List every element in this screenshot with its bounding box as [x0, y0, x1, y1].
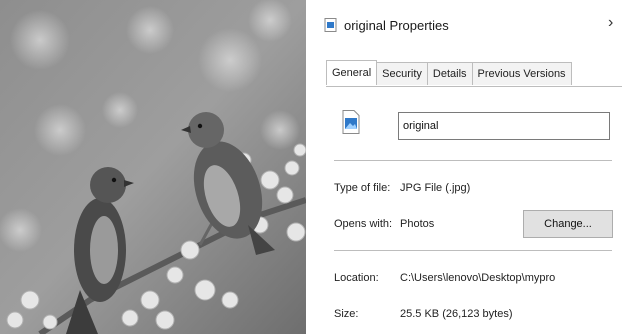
bird-photo [0, 0, 306, 334]
tab-general[interactable]: General [326, 60, 378, 85]
opens-with-label: Opens with: [334, 218, 393, 230]
dialog-titlebar: original Properties › [318, 0, 622, 46]
location-label: Location: [334, 272, 379, 284]
file-name-input[interactable] [398, 112, 610, 140]
tab-previous-versions[interactable]: Previous Versions [471, 62, 572, 85]
chevron-right-icon[interactable]: › [608, 14, 613, 32]
tab-details[interactable]: Details [426, 62, 473, 85]
separator [334, 160, 612, 161]
size-label: Size: [334, 308, 359, 320]
type-of-file-value: JPG File (.jpg) [400, 182, 471, 194]
image-file-icon [324, 18, 338, 32]
tab-security[interactable]: Security [376, 62, 428, 85]
separator [334, 250, 612, 251]
dialog-title: original Properties [344, 18, 449, 33]
size-value: 25.5 KB (26,123 bytes) [400, 308, 513, 320]
image-file-icon [342, 110, 360, 134]
type-of-file-label: Type of file: [334, 182, 391, 194]
opens-with-value: Photos [400, 218, 435, 230]
bird-photo-image [0, 0, 306, 334]
location-value: C:\Users\lenovo\Desktop\mypro [400, 272, 556, 284]
properties-dialog: original Properties › General Security D… [318, 0, 622, 334]
tab-bar: General Security Details Previous Versio… [326, 60, 572, 86]
change-button[interactable]: Change... [523, 210, 613, 238]
